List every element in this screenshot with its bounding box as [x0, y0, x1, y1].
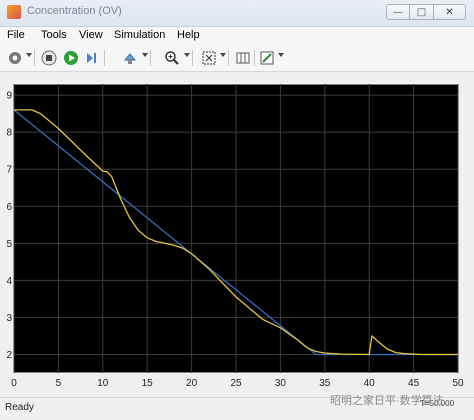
x-tick-label: 40: [364, 378, 376, 389]
zoom-dropdown-icon[interactable]: [184, 53, 190, 57]
toolbar-separator: [228, 50, 229, 66]
fit-dropdown-icon[interactable]: [220, 53, 226, 57]
zoom-icon[interactable]: [163, 49, 181, 67]
menu-bar: File Tools View Simulation Help: [0, 27, 474, 45]
y-tick-label: 4: [6, 276, 12, 287]
menu-view[interactable]: View: [79, 29, 103, 41]
y-tick-label: 9: [6, 91, 12, 102]
y-tick-label: 5: [6, 239, 12, 250]
style-icon[interactable]: [258, 49, 276, 67]
minimize-button[interactable]: —: [386, 4, 410, 20]
gear-icon[interactable]: [6, 49, 24, 67]
run-icon[interactable]: [62, 49, 80, 67]
plot-area[interactable]: 0 5 10 15 20 25 30 35 40 45 50 2 3 4 5 6 7 8 9: [4, 72, 470, 397]
x-tick-label: 5: [56, 378, 62, 389]
highlight-icon[interactable]: [121, 49, 139, 67]
x-tick-label: 15: [142, 378, 154, 389]
x-tick-label: 35: [319, 378, 331, 389]
menu-file[interactable]: File: [7, 29, 25, 41]
window-title: Concentration (OV): [27, 5, 122, 17]
y-tick-label: 3: [6, 313, 12, 324]
y-tick-label: 8: [6, 128, 12, 139]
cursor-measure-icon[interactable]: [234, 49, 252, 67]
x-tick-label: 30: [275, 378, 287, 389]
title-bar[interactable]: Concentration (OV) — □ ✕: [0, 0, 474, 27]
fit-to-view-icon[interactable]: [200, 49, 218, 67]
y-tick-label: 2: [6, 350, 12, 361]
toolbar-separator: [34, 50, 35, 66]
step-forward-icon[interactable]: [83, 49, 101, 67]
y-tick-label: 6: [6, 202, 12, 213]
x-tick-label: 20: [186, 378, 198, 389]
x-tick-label: 50: [452, 378, 464, 389]
x-tick-label: 10: [97, 378, 109, 389]
watermark-text: 昭明之家日平·数学算法: [330, 395, 444, 407]
highlight-dropdown-icon[interactable]: [142, 53, 148, 57]
toolbar-separator: [254, 50, 255, 66]
y-tick-label: 7: [6, 165, 12, 176]
x-tick-label: 25: [230, 378, 242, 389]
toolbar-separator: [104, 50, 105, 66]
menu-help[interactable]: Help: [177, 29, 200, 41]
menu-simulation[interactable]: Simulation: [114, 29, 165, 41]
scope-plot[interactable]: 0 5 10 15 20 25 30 35 40 45 5023456789: [4, 72, 470, 397]
style-dropdown-icon[interactable]: [278, 53, 284, 57]
status-text: Ready: [5, 402, 34, 413]
x-tick-label: 45: [408, 378, 420, 389]
toolbar: [0, 45, 474, 72]
x-tick-label: 0: [11, 378, 17, 389]
toolbar-separator: [192, 50, 193, 66]
maximize-button[interactable]: □: [410, 4, 434, 20]
scope-window: Concentration (OV) — □ ✕ File Tools View…: [0, 0, 474, 420]
toolbar-separator: [150, 50, 151, 66]
settings-dropdown-icon[interactable]: [26, 53, 32, 57]
matlab-logo-icon: [7, 5, 21, 19]
close-button[interactable]: ✕: [434, 4, 466, 20]
stop-icon[interactable]: [40, 49, 58, 67]
menu-tools[interactable]: Tools: [41, 29, 67, 41]
